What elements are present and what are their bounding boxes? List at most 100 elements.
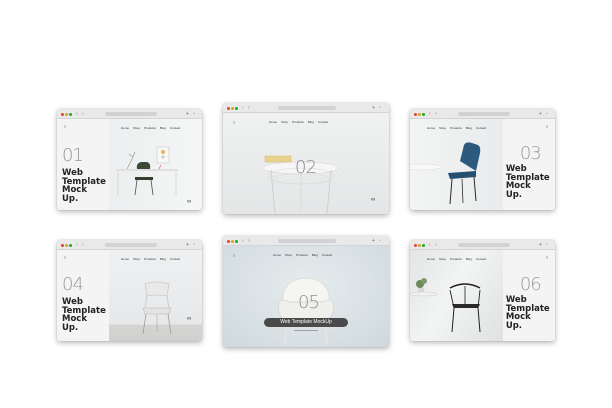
forward-arrow-icon[interactable]: › bbox=[435, 242, 437, 248]
minimize-button[interactable] bbox=[418, 112, 421, 116]
address-bar[interactable] bbox=[458, 112, 510, 116]
hero-title: Web Template Mock Up. bbox=[505, 164, 550, 200]
minimize-button[interactable] bbox=[231, 239, 234, 243]
menu-item-contact[interactable]: Contact bbox=[322, 253, 332, 257]
back-arrow-icon[interactable]: ‹ bbox=[242, 238, 244, 244]
page-content: 03 Web Template Mock Up. Home Shop Produ… bbox=[410, 119, 555, 210]
back-arrow-icon[interactable]: ‹ bbox=[429, 242, 431, 248]
hamburger-menu-icon[interactable]: ≡ bbox=[64, 255, 66, 260]
back-arrow-icon[interactable]: ‹ bbox=[242, 105, 244, 111]
address-bar[interactable] bbox=[105, 112, 157, 116]
menu-item-products[interactable]: Products bbox=[144, 126, 156, 130]
forward-arrow-icon[interactable]: › bbox=[82, 111, 84, 117]
back-arrow-icon[interactable]: ‹ bbox=[76, 111, 78, 117]
minimize-button[interactable] bbox=[418, 243, 421, 247]
page-content: ≡ 01 Web Template Mock Up. Home Shop Pro… bbox=[57, 119, 202, 210]
menu-item-contact[interactable]: Contact bbox=[476, 257, 486, 261]
close-button[interactable] bbox=[227, 106, 230, 110]
forward-arrow-icon[interactable]: › bbox=[248, 105, 250, 111]
menu-item-contact[interactable]: Contact bbox=[476, 126, 486, 130]
tabs-icon[interactable]: ▫ bbox=[379, 105, 381, 111]
minimize-button[interactable] bbox=[65, 243, 68, 247]
close-button[interactable] bbox=[61, 112, 64, 116]
banner-subtitle-line bbox=[294, 330, 318, 331]
maximize-button[interactable] bbox=[69, 243, 72, 247]
minimize-button[interactable] bbox=[231, 106, 234, 110]
menu-item-blog[interactable]: Blog bbox=[466, 257, 472, 261]
menu-item-home[interactable]: Home bbox=[427, 257, 435, 261]
menu-item-products[interactable]: Products bbox=[450, 126, 462, 130]
maximize-button[interactable] bbox=[235, 239, 238, 243]
address-bar[interactable] bbox=[105, 243, 157, 247]
browser-window-4: ‹ › + ▫ ≡ 04 Web Template Mock Up. Home … bbox=[57, 240, 202, 341]
close-button[interactable] bbox=[227, 239, 230, 243]
new-tab-icon[interactable]: + bbox=[186, 111, 189, 117]
window-toolbar: ‹ › + ▫ bbox=[57, 240, 202, 250]
tabs-icon[interactable]: ▫ bbox=[379, 238, 381, 244]
menu-item-home[interactable]: Home bbox=[427, 126, 435, 130]
menu-item-home[interactable]: Home bbox=[121, 257, 129, 261]
minimize-button[interactable] bbox=[65, 112, 68, 116]
page-content: ≡ Home Shop Products Blog Contact 05 Web… bbox=[223, 246, 389, 347]
menu-item-blog[interactable]: Blog bbox=[312, 253, 318, 257]
menu-item-blog[interactable]: Blog bbox=[160, 126, 166, 130]
menu-item-shop[interactable]: Shop bbox=[281, 120, 288, 124]
hamburger-menu-icon[interactable]: ≡ bbox=[546, 255, 548, 260]
close-button[interactable] bbox=[61, 243, 64, 247]
hamburger-menu-icon[interactable]: ≡ bbox=[233, 253, 235, 258]
forward-arrow-icon[interactable]: › bbox=[248, 238, 250, 244]
maximize-button[interactable] bbox=[422, 112, 425, 116]
forward-arrow-icon[interactable]: › bbox=[435, 111, 437, 117]
back-arrow-icon[interactable]: ‹ bbox=[76, 242, 78, 248]
menu-item-products[interactable]: Products bbox=[144, 257, 156, 261]
hamburger-menu-icon[interactable]: ≡ bbox=[64, 124, 66, 129]
tabs-icon[interactable]: ▫ bbox=[193, 242, 195, 248]
menu-item-products[interactable]: Products bbox=[450, 257, 462, 261]
address-bar[interactable] bbox=[458, 243, 510, 247]
menu-item-blog[interactable]: Blog bbox=[160, 257, 166, 261]
window-toolbar: ‹ › + ▫ bbox=[223, 236, 389, 246]
new-tab-icon[interactable]: + bbox=[539, 111, 542, 117]
tabs-icon[interactable]: ▫ bbox=[546, 111, 548, 117]
menu-item-blog[interactable]: Blog bbox=[308, 120, 314, 124]
maximize-button[interactable] bbox=[422, 243, 425, 247]
hamburger-menu-icon[interactable]: ≡ bbox=[546, 124, 548, 129]
hero-title: Web Template Mock Up. bbox=[62, 168, 106, 204]
address-bar[interactable] bbox=[278, 106, 336, 110]
tabs-icon[interactable]: ▫ bbox=[546, 242, 548, 248]
menu-item-shop[interactable]: Shop bbox=[439, 126, 446, 130]
maximize-button[interactable] bbox=[235, 106, 238, 110]
menu-item-home[interactable]: Home bbox=[273, 253, 281, 257]
new-tab-icon[interactable]: + bbox=[372, 238, 375, 244]
maximize-button[interactable] bbox=[69, 112, 72, 116]
address-bar[interactable] bbox=[278, 239, 336, 243]
menu-item-shop[interactable]: Shop bbox=[285, 253, 292, 257]
menu-item-blog[interactable]: Blog bbox=[466, 126, 472, 130]
hero-title: Web Template Mock Up. bbox=[62, 297, 106, 333]
tabs-icon[interactable]: ▫ bbox=[193, 111, 195, 117]
hamburger-menu-icon[interactable]: ≡ bbox=[233, 120, 235, 125]
new-tab-icon[interactable]: + bbox=[186, 242, 189, 248]
menu-item-shop[interactable]: Shop bbox=[133, 126, 140, 130]
top-menu: Home Shop Products Blog Contact bbox=[427, 257, 486, 261]
banner-title: Web Template MockUp bbox=[264, 318, 348, 327]
menu-item-home[interactable]: Home bbox=[269, 120, 277, 124]
menu-item-contact[interactable]: Contact bbox=[170, 126, 180, 130]
close-button[interactable] bbox=[414, 243, 417, 247]
menu-item-shop[interactable]: Shop bbox=[439, 257, 446, 261]
back-arrow-icon[interactable]: ‹ bbox=[429, 111, 431, 117]
window-toolbar: ‹ › + ▫ bbox=[410, 240, 555, 250]
forward-arrow-icon[interactable]: › bbox=[82, 242, 84, 248]
menu-item-home[interactable]: Home bbox=[121, 126, 129, 130]
new-tab-icon[interactable]: + bbox=[372, 105, 375, 111]
menu-item-contact[interactable]: Contact bbox=[318, 120, 328, 124]
infinity-logo-icon: ∞ bbox=[187, 199, 192, 205]
menu-item-contact[interactable]: Contact bbox=[170, 257, 180, 261]
menu-item-products[interactable]: Products bbox=[292, 120, 304, 124]
right-panel: 06 Web Template Mock Up. bbox=[502, 250, 555, 341]
menu-item-shop[interactable]: Shop bbox=[133, 257, 140, 261]
hero-photo bbox=[410, 250, 503, 341]
new-tab-icon[interactable]: + bbox=[539, 242, 542, 248]
menu-item-products[interactable]: Products bbox=[296, 253, 308, 257]
close-button[interactable] bbox=[414, 112, 417, 116]
